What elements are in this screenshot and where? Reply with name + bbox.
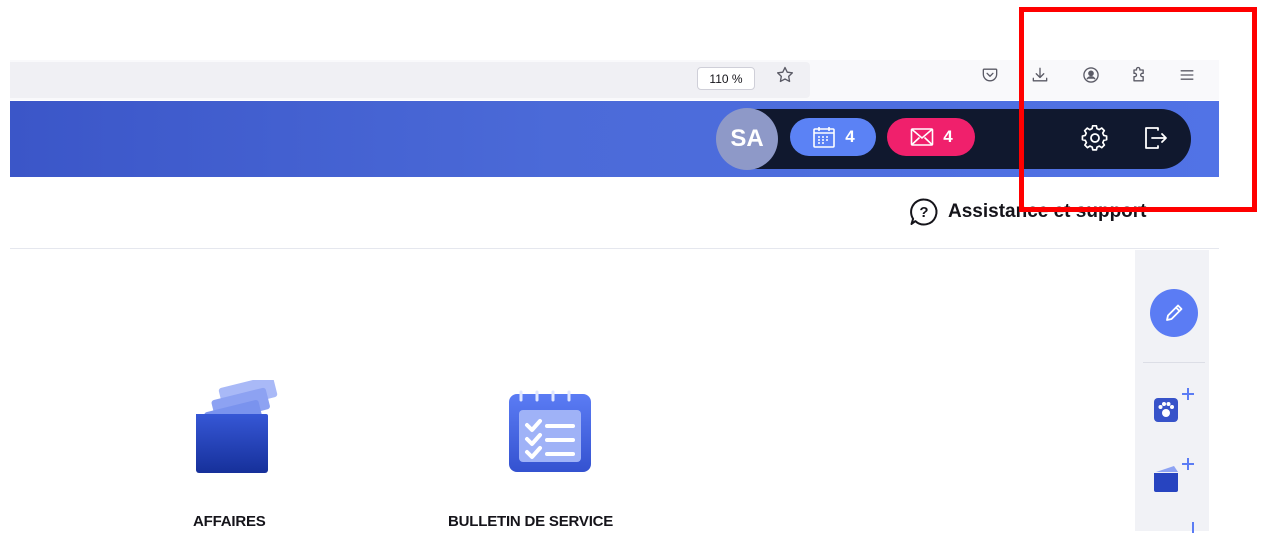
header-divider bbox=[10, 248, 1219, 249]
pencil-icon bbox=[1166, 304, 1183, 321]
edit-button[interactable] bbox=[1150, 289, 1198, 337]
add-folder-icon bbox=[1154, 458, 1194, 492]
folder-cards-icon bbox=[196, 380, 278, 473]
add-more-icon[interactable] bbox=[1187, 520, 1199, 533]
tile-label-bulletin[interactable]: BULLETIN DE SERVICE bbox=[448, 513, 613, 530]
mail-count: 4 bbox=[943, 127, 953, 146]
zoom-level-badge[interactable]: 110 % bbox=[697, 67, 755, 90]
mail-button[interactable]: 4 bbox=[887, 118, 975, 156]
svg-text:?: ? bbox=[919, 204, 928, 221]
affaires-tile-icon[interactable] bbox=[190, 380, 284, 474]
mail-icon bbox=[910, 128, 934, 146]
checklist-calendar-icon bbox=[509, 390, 591, 472]
tile-label-affaires[interactable]: AFFAIRES bbox=[193, 513, 266, 530]
bulletin-tile-icon[interactable] bbox=[505, 388, 595, 474]
star-icon[interactable] bbox=[771, 61, 799, 89]
address-bar[interactable] bbox=[10, 62, 810, 98]
annotation-highlight-box bbox=[1019, 7, 1257, 212]
pocket-icon[interactable] bbox=[976, 61, 1004, 89]
calendar-count: 4 bbox=[845, 127, 855, 146]
calendar-icon bbox=[813, 127, 836, 148]
add-pet-button[interactable] bbox=[1150, 386, 1200, 426]
add-folder-button[interactable] bbox=[1150, 456, 1200, 496]
avatar[interactable]: SA bbox=[716, 108, 778, 170]
help-icon: ? bbox=[910, 198, 938, 226]
add-pet-icon bbox=[1154, 388, 1194, 422]
rail-divider bbox=[1143, 362, 1205, 363]
calendar-button[interactable]: 4 bbox=[790, 118, 876, 156]
